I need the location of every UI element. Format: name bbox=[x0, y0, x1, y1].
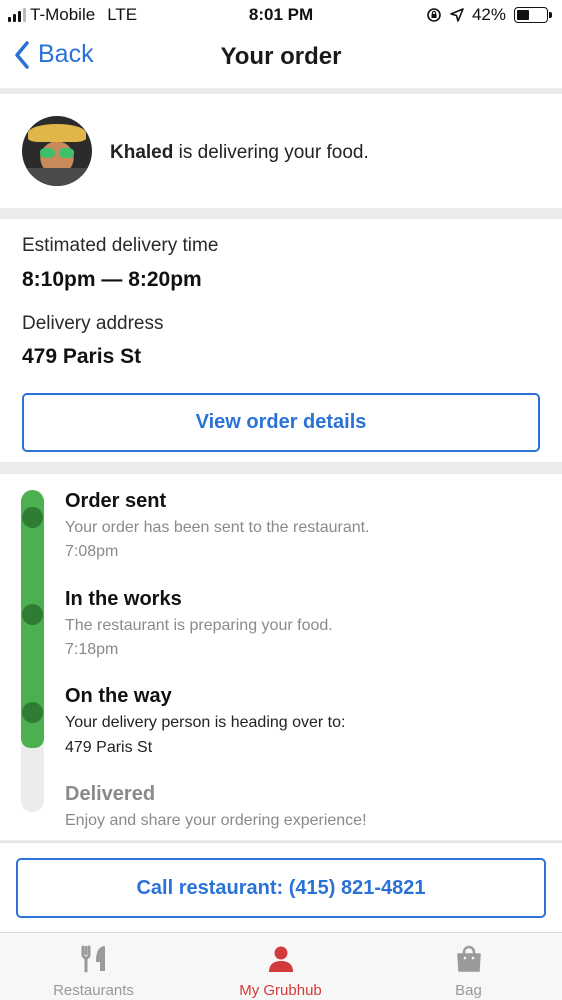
step-desc-delivered: Enjoy and share your ordering experience… bbox=[65, 812, 367, 829]
call-footer: Call restaurant: (415) 821-4821 bbox=[0, 842, 562, 932]
status-bar: T-Mobile LTE 8:01 PM 42% bbox=[0, 0, 562, 30]
tab-label: My Grubhub bbox=[239, 982, 322, 999]
tab-label: Bag bbox=[455, 982, 482, 999]
step-title-order-sent: Order sent bbox=[65, 490, 167, 512]
battery-percent: 42% bbox=[471, 5, 506, 24]
step-desc-in-the-works: The restaurant is preparing your food. bbox=[65, 617, 333, 634]
bag-icon bbox=[456, 945, 481, 972]
tab-my-grubhub[interactable]: My Grubhub bbox=[187, 933, 374, 1000]
tab-restaurants[interactable]: Restaurants bbox=[0, 933, 187, 1000]
step-time-in-the-works: 7:18pm bbox=[65, 641, 119, 658]
address-value: 479 Paris St bbox=[22, 345, 142, 368]
person-icon bbox=[268, 946, 293, 972]
step-title-delivered: Delivered bbox=[65, 783, 156, 805]
delivery-info-card: Estimated delivery time 8:10pm — 8:20pm … bbox=[0, 219, 562, 462]
page-title: Your order bbox=[220, 43, 342, 70]
fork-knife-icon bbox=[81, 945, 105, 973]
rotation-lock-icon bbox=[427, 8, 441, 22]
step-time-order-sent: 7:08pm bbox=[65, 543, 119, 560]
status-right: 42% bbox=[426, 5, 552, 25]
location-arrow-icon bbox=[450, 8, 464, 22]
eta-value: 8:10pm — 8:20pm bbox=[22, 268, 202, 291]
step-title-in-the-works: In the works bbox=[65, 588, 182, 610]
tab-label: Restaurants bbox=[53, 982, 134, 999]
battery-icon bbox=[514, 7, 552, 23]
address-label: Delivery address bbox=[22, 313, 164, 334]
step-dot-in-the-works bbox=[22, 604, 43, 625]
step-title-on-the-way: On the way bbox=[65, 685, 172, 707]
order-timeline: Order sent Your order has been sent to t… bbox=[0, 474, 562, 840]
nav-bar: Back Your order bbox=[0, 30, 562, 88]
driver-message: is delivering your food. bbox=[173, 142, 369, 163]
driver-avatar bbox=[22, 116, 92, 186]
step-desc-order-sent: Your order has been sent to the restaura… bbox=[65, 519, 370, 536]
driver-name: Khaled bbox=[110, 142, 174, 163]
progress-track bbox=[21, 490, 44, 812]
step-desc-on-the-way: Your delivery person is heading over to: bbox=[65, 714, 346, 731]
tab-bag[interactable]: Bag bbox=[375, 933, 562, 1000]
battery-fill bbox=[517, 10, 529, 20]
eta-label: Estimated delivery time bbox=[22, 235, 219, 256]
tab-bar: Restaurants My Grubhub Bag bbox=[0, 932, 562, 1000]
step-dot-order-sent bbox=[22, 507, 43, 528]
view-order-details-button[interactable]: View order details bbox=[22, 393, 540, 452]
step-dot-on-the-way bbox=[22, 702, 43, 723]
driver-status-text: Khaled is delivering your food. bbox=[110, 142, 369, 164]
call-restaurant-button[interactable]: Call restaurant: (415) 821-4821 bbox=[16, 858, 546, 918]
step-address-on-the-way: 479 Paris St bbox=[65, 739, 153, 756]
driver-card: Khaled is delivering your food. bbox=[0, 94, 562, 208]
